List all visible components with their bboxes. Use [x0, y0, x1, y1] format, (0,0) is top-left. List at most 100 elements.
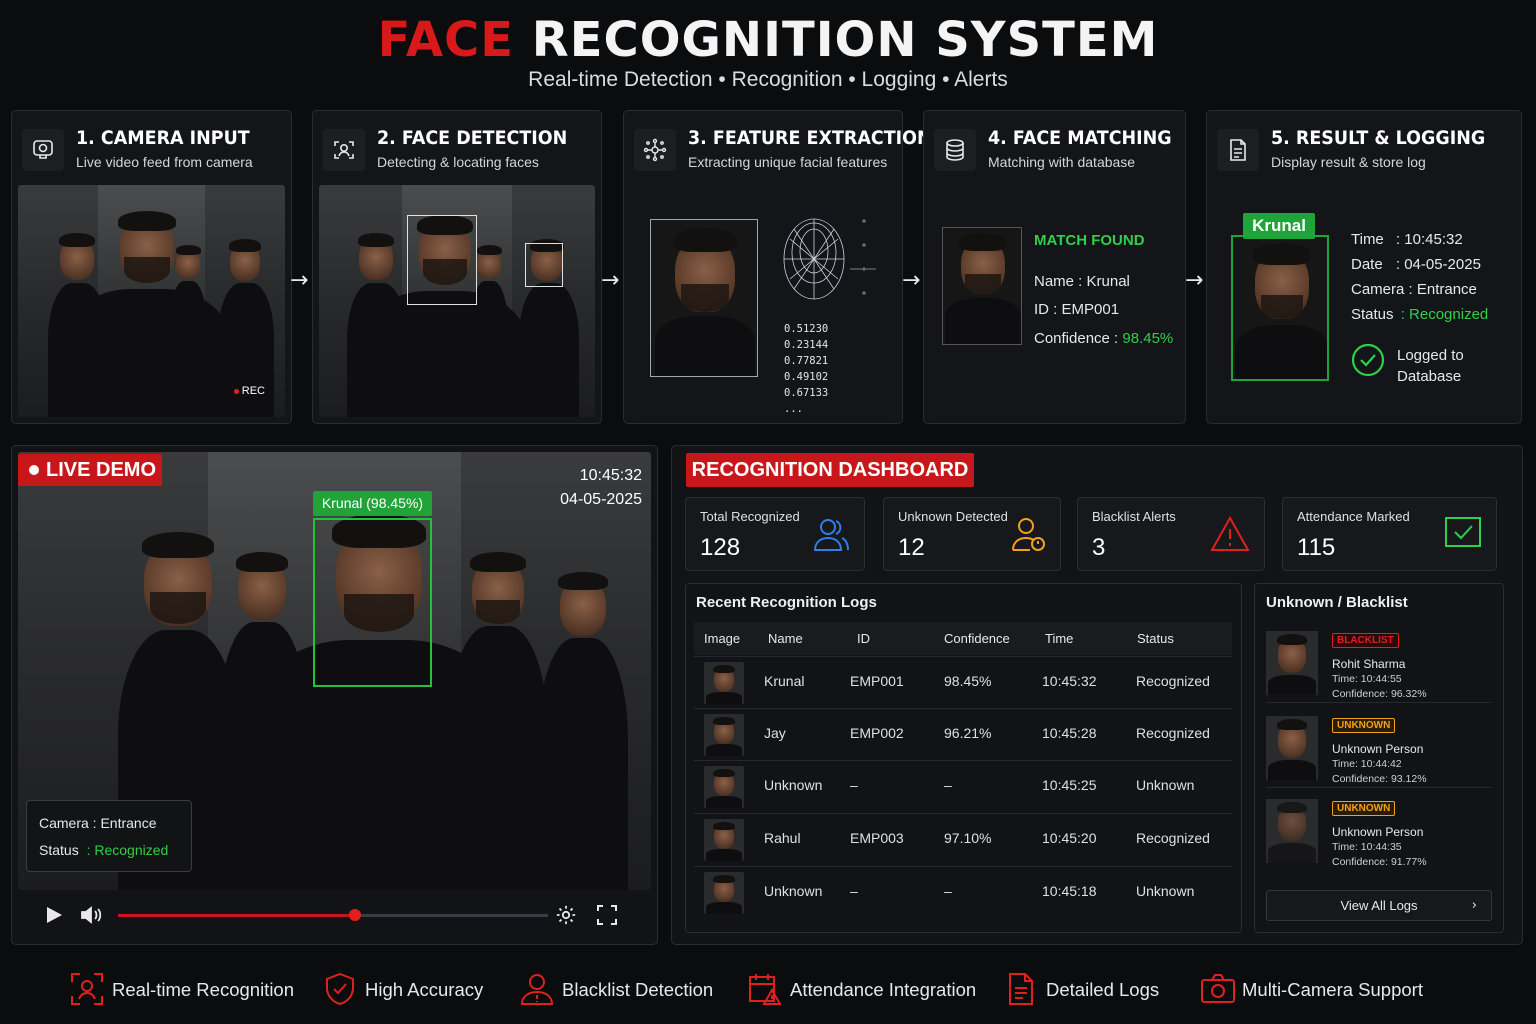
unknown-blacklist-title: Unknown / Blacklist: [1266, 594, 1408, 611]
row-face-image: [704, 819, 744, 861]
result-camera: Camera : Entrance: [1351, 281, 1477, 298]
step-desc: Display result & store log: [1271, 154, 1426, 170]
step-title: 1. CAMERA INPUT: [76, 127, 250, 149]
dashboard-title: RECOGNITION DASHBOARD: [686, 453, 974, 487]
step-title: 2. FACE DETECTION: [377, 127, 568, 149]
feature-blacklist-detection: Blacklist Detection: [520, 968, 720, 1012]
step-desc: Extracting unique facial features: [688, 154, 888, 170]
face-matching-panel: MATCH FOUND Name : Krunal ID : EMP001 Co…: [930, 185, 1179, 417]
person-face-image: [1266, 799, 1318, 863]
feature-detailed-logs: Detailed Logs: [1004, 968, 1164, 1012]
detection-image: [319, 185, 595, 417]
document-icon: [1009, 973, 1033, 1005]
volume-icon[interactable]: [80, 905, 104, 925]
table-row[interactable]: Unknown – –10:45:25 Unknown: [694, 760, 1232, 812]
result-face-image: [1231, 235, 1329, 381]
unknown-tag: UNKNOWN: [1332, 801, 1396, 816]
face-bounding-box: [313, 518, 432, 687]
camera-label: Camera : Entrance: [39, 815, 157, 831]
camera-status-box: Camera : Entrance Status : Recognized: [26, 800, 192, 872]
table-row[interactable]: Krunal EMP001 98.45% 10:45:32 Recognized: [694, 656, 1232, 708]
status-label: Status : Recognized: [39, 842, 169, 858]
arrow-icon: →: [1185, 268, 1204, 293]
column-header: Confidence: [944, 631, 1010, 646]
step-face-detection: 2. FACE DETECTION Detecting & locating f…: [312, 110, 602, 424]
list-item[interactable]: UNKNOWN Unknown Person Time: 10:44:35 Co…: [1266, 799, 1492, 871]
feature-realtime-recognition: Real-time Recognition: [70, 968, 300, 1012]
stat-total-recognized: Total Recognized 128: [685, 497, 865, 571]
feature-high-accuracy: High Accuracy: [323, 968, 493, 1012]
video-progress-handle[interactable]: [348, 909, 361, 921]
table-row[interactable]: Unknown – –10:45:18 Unknown: [694, 866, 1232, 918]
column-header: Status: [1137, 631, 1174, 646]
unknown-user-icon: [1012, 518, 1045, 551]
user-warning-icon: [520, 974, 554, 1005]
row-face-image: [704, 662, 744, 704]
step-camera-input: 1. CAMERA INPUT Live video feed from cam…: [11, 110, 292, 424]
chevron-right-icon: ›: [1471, 898, 1477, 913]
column-header: Image: [704, 631, 741, 646]
step-face-matching: 4. FACE MATCHING Matching with database …: [923, 110, 1186, 424]
row-face-image: [704, 872, 744, 914]
list-item[interactable]: BLACKLIST Rohit Sharma Time: 10:44:55 Co…: [1266, 631, 1492, 703]
blacklist-tag: BLACKLIST: [1332, 633, 1399, 648]
logged-message: Logged to Database: [1397, 347, 1464, 385]
video-controls: [12, 890, 652, 940]
stat-attendance-marked: Attendance Marked 115: [1282, 497, 1497, 571]
column-header: Name: [768, 631, 803, 646]
match-id: ID : EMP001: [1034, 301, 1120, 318]
camera-icon: [1201, 974, 1235, 1003]
video-progress-fill: [118, 914, 355, 917]
match-name: Name : Krunal: [1034, 273, 1130, 290]
face-bounding-box: [525, 243, 563, 287]
check-box-icon: [1445, 517, 1481, 547]
live-demo-badge: LIVE DEMO: [18, 454, 162, 486]
table-row[interactable]: Rahul EMP003 97.10% 10:45:20 Recognized: [694, 813, 1232, 865]
feature-vector: 0.51230 0.23144 0.77821 0.49102 0.67133...: [784, 323, 829, 415]
play-icon[interactable]: [44, 905, 64, 925]
stat-unknown-detected: Unknown Detected 12: [883, 497, 1061, 571]
step-feature-extraction: 3. FEATURE EXTRACTION Extracting unique …: [623, 110, 932, 424]
result-panel: Krunal Time : 10:45:32 Date : 04-05-2025…: [1213, 185, 1515, 417]
unknown-tag: UNKNOWN: [1332, 718, 1396, 733]
page-subtitle: Real-time Detection • Recognition • Logg…: [528, 68, 1008, 91]
title-white: RECOGNITION SYSTEM: [531, 12, 1159, 68]
feature-attendance-integration: Attendance Integration: [748, 968, 978, 1012]
column-header: Time: [1045, 631, 1074, 646]
rec-indicator: REC: [234, 385, 265, 397]
view-all-logs-button[interactable]: View All Logs ›: [1266, 890, 1492, 921]
check-circle-icon: [1351, 343, 1385, 377]
match-status: MATCH FOUND: [1034, 232, 1145, 249]
shield-check-icon: [326, 972, 354, 1006]
result-date: Date : 04-05-2025: [1351, 256, 1481, 273]
column-header: ID: [857, 631, 870, 646]
camera-feed-image: REC: [18, 185, 285, 417]
row-face-image: [704, 766, 744, 808]
calendar-warning-icon: [749, 974, 782, 1005]
page-title: FACE RECOGNITION SYSTEM: [0, 12, 1536, 68]
row-face-image: [704, 714, 744, 756]
match-confidence: Confidence : 98.45%: [1034, 330, 1174, 347]
recent-logs-title: Recent Recognition Logs: [696, 594, 877, 611]
result-status: Status : Recognized: [1351, 306, 1489, 323]
step-title: 4. FACE MATCHING: [988, 127, 1172, 149]
step-result-logging: 5. RESULT & LOGGING Display result & sto…: [1206, 110, 1522, 424]
feature-multi-camera-support: Multi-Camera Support: [1200, 968, 1430, 1012]
camera-icon: [22, 129, 64, 171]
table-row[interactable]: Jay EMP002 96.21% 10:45:28 Recognized: [694, 708, 1232, 760]
feature-extraction-panel: 0.51230 0.23144 0.77821 0.49102 0.67133...: [630, 185, 896, 417]
step-desc: Matching with database: [988, 154, 1136, 170]
title-red: FACE: [377, 12, 515, 68]
users-icon: [813, 519, 849, 551]
step-desc: Live video feed from camera: [76, 154, 253, 170]
result-time: Time : 10:45:32: [1351, 231, 1463, 248]
face-mesh-icon: [783, 218, 876, 300]
document-icon: [1217, 129, 1259, 171]
gear-icon[interactable]: [555, 904, 577, 926]
person-face-image: [1266, 631, 1318, 695]
step-title: 3. FEATURE EXTRACTION: [688, 127, 932, 149]
face-label-badge: Krunal (98.45%): [313, 491, 432, 516]
fullscreen-icon[interactable]: [597, 905, 617, 925]
arrow-icon: →: [290, 268, 309, 293]
list-item[interactable]: UNKNOWN Unknown Person Time: 10:44:42 Co…: [1266, 716, 1492, 788]
